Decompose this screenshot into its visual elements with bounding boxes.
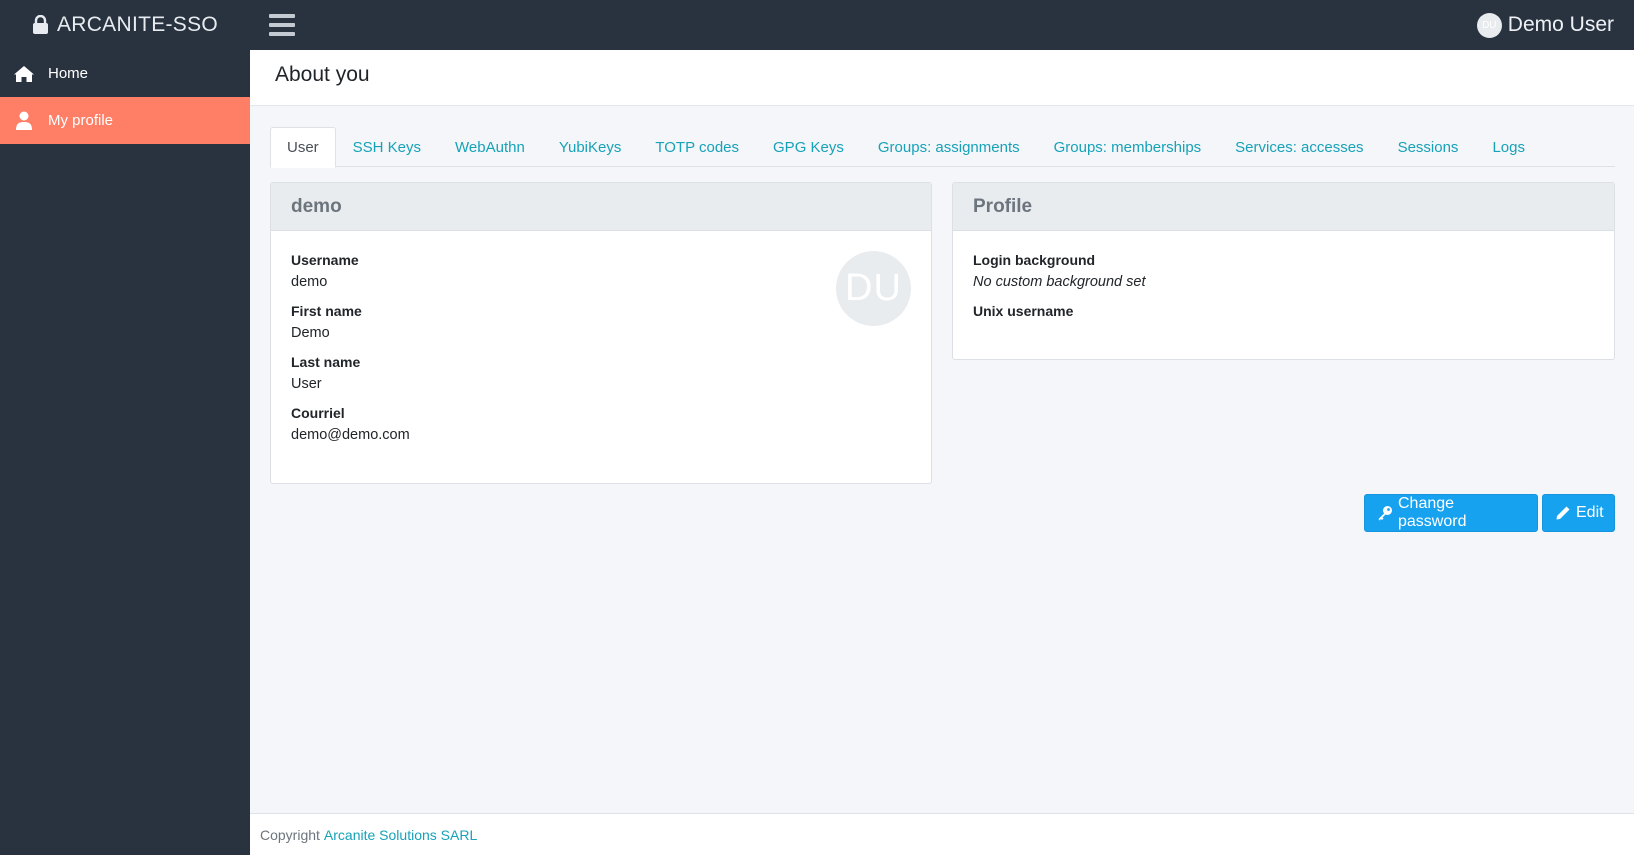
user-card-title: demo — [271, 183, 931, 231]
profile-card-title: Profile — [953, 183, 1614, 231]
home-icon — [13, 64, 35, 84]
brand[interactable]: ARCANITE-SSO — [0, 0, 250, 50]
email-label: Courriel — [291, 405, 345, 421]
tab-services-accesses[interactable]: Services: accesses — [1218, 127, 1380, 167]
change-password-label: Change password — [1398, 495, 1467, 530]
sidebar-item-label: My profile — [48, 112, 114, 129]
avatar: DU — [836, 251, 911, 326]
first-name-value: Demo — [291, 325, 330, 341]
tab-ssh-keys[interactable]: SSH Keys — [336, 127, 438, 167]
tab-sessions[interactable]: Sessions — [1381, 127, 1476, 167]
sidebar-item-my-profile[interactable]: My profile — [0, 97, 250, 144]
user-icon — [13, 111, 35, 131]
tab-webauthn[interactable]: WebAuthn — [438, 127, 542, 167]
key-icon — [1377, 505, 1393, 521]
tab-gpg-keys[interactable]: GPG Keys — [756, 127, 861, 167]
lock-icon — [32, 15, 49, 35]
edit-label: Edit — [1576, 504, 1604, 521]
unix-username-label: Unix username — [973, 303, 1074, 319]
user-menu[interactable]: DU Demo User — [1476, 0, 1614, 50]
tab-groups-memberships[interactable]: Groups: memberships — [1037, 127, 1219, 167]
sidebar-item-label: Home — [48, 65, 89, 82]
profile-tabs: User SSH Keys WebAuthn YubiKeys TOTP cod… — [270, 127, 1615, 168]
footer: Copyright Arcanite Solutions SARL — [250, 813, 1634, 855]
sidebar-item-home[interactable]: Home — [0, 50, 250, 97]
user-name: Demo User — [1507, 13, 1614, 36]
login-background-value: No custom background set — [973, 274, 1146, 290]
footer-copyright: Copyright — [260, 826, 320, 843]
username-value: demo — [291, 274, 328, 290]
login-background-label: Login background — [973, 252, 1096, 268]
tab-user[interactable]: User — [270, 127, 336, 168]
footer-company-link[interactable]: Arcanite Solutions SARL — [324, 827, 477, 843]
tab-yubikeys[interactable]: YubiKeys — [542, 127, 639, 167]
tab-logs[interactable]: Logs — [1475, 127, 1542, 167]
brand-name: ARCANITE-SSO — [56, 13, 219, 36]
last-name-value: User — [291, 376, 322, 392]
page-header: About you — [250, 50, 1634, 106]
avatar: DU — [1476, 12, 1502, 38]
pencil-icon — [1555, 505, 1571, 521]
user-card-body: DU Username demo First name Demo Last na… — [271, 231, 931, 475]
user-card: demo DU Username demo First name Demo La… — [270, 182, 932, 484]
tab-totp-codes[interactable]: TOTP codes — [638, 127, 756, 167]
tab-groups-assignments[interactable]: Groups: assignments — [861, 127, 1037, 167]
sidebar: Home My profile — [0, 50, 250, 855]
top-navbar: ARCANITE-SSO DU Demo User — [0, 0, 1634, 50]
change-password-button[interactable]: Change password — [1364, 494, 1538, 532]
last-name-label: Last name — [291, 354, 361, 370]
page-title: About you — [275, 63, 370, 86]
edit-button[interactable]: Edit — [1542, 494, 1615, 532]
menu-toggle-icon[interactable] — [269, 13, 295, 37]
profile-card-body: Login background No custom background se… — [953, 231, 1614, 350]
first-name-label: First name — [291, 303, 362, 319]
profile-card: Profile Login background No custom backg… — [952, 182, 1615, 360]
email-value: demo@demo.com — [291, 427, 410, 443]
username-label: Username — [291, 252, 359, 268]
main-content: About you User SSH Keys WebAuthn YubiKey… — [250, 50, 1634, 855]
